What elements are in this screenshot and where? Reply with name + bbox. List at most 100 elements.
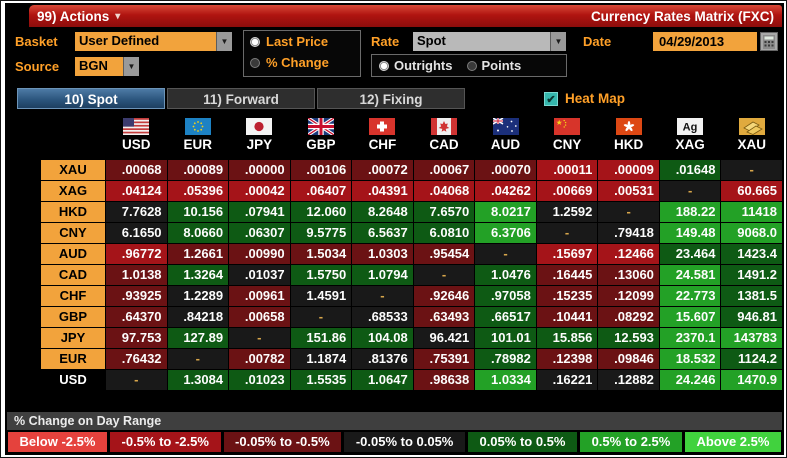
column-header-xag[interactable]: XAG xyxy=(660,136,721,153)
source-select[interactable]: BGN ▼ xyxy=(75,57,139,76)
rate-cell-usd-xag[interactable]: 24.246 xyxy=(659,370,721,390)
rate-cell-jpy-xau[interactable]: 143783 xyxy=(721,328,782,348)
rate-cell-gbp-aud[interactable]: .66517 xyxy=(475,307,536,327)
rate-cell-eur-xau[interactable]: 1124.2 xyxy=(721,349,782,369)
rate-cell-chf-cad[interactable]: .92646 xyxy=(413,286,475,306)
rate-cell-hkd-aud[interactable]: 8.0217 xyxy=(475,202,536,222)
rate-cell-xag-usd[interactable]: .04124 xyxy=(106,181,167,201)
rate-cell-xau-xau[interactable]: - xyxy=(721,160,782,180)
rate-cell-hkd-chf[interactable]: 8.2648 xyxy=(352,202,413,222)
rate-cell-cny-xau[interactable]: 9068.0 xyxy=(721,223,782,243)
rate-cell-gbp-hkd[interactable]: .08292 xyxy=(598,307,659,327)
rate-cell-eur-chf[interactable]: .81376 xyxy=(352,349,413,369)
rate-cell-xau-usd[interactable]: .00068 xyxy=(106,160,167,180)
rate-cell-cad-aud[interactable]: 1.0476 xyxy=(475,265,536,285)
column-header-gbp[interactable]: GBP xyxy=(291,136,352,153)
column-header-jpy[interactable]: JPY xyxy=(229,136,290,153)
rate-cell-xau-cad[interactable]: .00067 xyxy=(413,160,475,180)
basket-select[interactable]: User Defined ▼ xyxy=(75,32,232,51)
column-header-cny[interactable]: CNY xyxy=(537,136,598,153)
rate-cell-usd-cny[interactable]: .16221 xyxy=(536,370,598,390)
rate-cell-aud-jpy[interactable]: .00990 xyxy=(229,244,290,264)
rate-cell-xag-xag[interactable]: - xyxy=(659,181,721,201)
tab-12-fixing[interactable]: 12) Fixing xyxy=(317,88,465,109)
rate-cell-cny-eur[interactable]: 8.0660 xyxy=(167,223,229,243)
rate-cell-cny-hkd[interactable]: .79418 xyxy=(598,223,659,243)
rate-cell-gbp-cny[interactable]: .10441 xyxy=(536,307,598,327)
rate-cell-cny-cny[interactable]: - xyxy=(536,223,598,243)
rate-cell-jpy-aud[interactable]: 101.01 xyxy=(475,328,536,348)
rate-cell-gbp-gbp[interactable]: - xyxy=(290,307,352,327)
rate-cell-gbp-jpy[interactable]: .00658 xyxy=(229,307,290,327)
rate-cell-cad-gbp[interactable]: 1.5750 xyxy=(290,265,352,285)
radio-change[interactable]: % Change xyxy=(244,52,360,73)
rate-cell-jpy-xag[interactable]: 2370.1 xyxy=(659,328,721,348)
rate-cell-cny-chf[interactable]: 6.5637 xyxy=(352,223,413,243)
rate-cell-chf-eur[interactable]: 1.2289 xyxy=(167,286,229,306)
rate-cell-aud-cny[interactable]: .15697 xyxy=(536,244,598,264)
radio-outrights[interactable]: Outrights xyxy=(379,58,453,73)
column-header-xau[interactable]: XAU xyxy=(721,136,782,153)
chevron-down-icon[interactable]: ▼ xyxy=(216,32,232,51)
row-header-chf[interactable]: CHF xyxy=(41,286,105,306)
row-header-hkd[interactable]: HKD xyxy=(41,202,105,222)
column-header-aud[interactable]: AUD xyxy=(475,136,536,153)
rate-cell-jpy-hkd[interactable]: 12.593 xyxy=(598,328,659,348)
rate-cell-cad-usd[interactable]: 1.0138 xyxy=(106,265,167,285)
rate-cell-usd-usd[interactable]: - xyxy=(106,370,167,390)
rate-cell-eur-jpy[interactable]: .00782 xyxy=(229,349,290,369)
rate-cell-cad-jpy[interactable]: .01037 xyxy=(229,265,290,285)
rate-cell-hkd-usd[interactable]: 7.7628 xyxy=(106,202,167,222)
column-header-hkd[interactable]: HKD xyxy=(598,136,659,153)
chevron-down-icon[interactable]: ▼ xyxy=(550,32,566,51)
rate-cell-chf-cny[interactable]: .15235 xyxy=(536,286,598,306)
row-header-aud[interactable]: AUD xyxy=(41,244,105,264)
rate-cell-chf-gbp[interactable]: 1.4591 xyxy=(290,286,352,306)
rate-cell-chf-xau[interactable]: 1381.5 xyxy=(721,286,782,306)
rate-cell-gbp-usd[interactable]: .64370 xyxy=(106,307,167,327)
rate-cell-xag-cny[interactable]: .00669 xyxy=(536,181,598,201)
rate-cell-hkd-xag[interactable]: 188.22 xyxy=(659,202,721,222)
chevron-down-icon[interactable]: ▼ xyxy=(123,57,139,76)
rate-cell-aud-cad[interactable]: .95454 xyxy=(413,244,475,264)
rate-cell-hkd-hkd[interactable]: - xyxy=(598,202,659,222)
rate-select[interactable]: Spot ▼ xyxy=(413,32,566,51)
tab-10-spot[interactable]: 10) Spot xyxy=(17,88,165,109)
rate-cell-usd-cad[interactable]: .98638 xyxy=(413,370,475,390)
rate-cell-xau-aud[interactable]: .00070 xyxy=(475,160,536,180)
rate-cell-cad-eur[interactable]: 1.3264 xyxy=(167,265,229,285)
rate-cell-xau-xag[interactable]: .01648 xyxy=(659,160,721,180)
rate-cell-hkd-cny[interactable]: 1.2592 xyxy=(536,202,598,222)
rate-cell-gbp-cad[interactable]: .63493 xyxy=(413,307,475,327)
rate-cell-xag-xau[interactable]: 60.665 xyxy=(721,181,782,201)
radio-last-price[interactable]: Last Price xyxy=(244,31,360,52)
rate-cell-chf-xag[interactable]: 22.773 xyxy=(659,286,721,306)
tab-11-forward[interactable]: 11) Forward xyxy=(167,88,315,109)
rate-cell-hkd-gbp[interactable]: 12.060 xyxy=(290,202,352,222)
rate-cell-chf-aud[interactable]: .97058 xyxy=(475,286,536,306)
rate-cell-gbp-xag[interactable]: 15.607 xyxy=(659,307,721,327)
row-header-gbp[interactable]: GBP xyxy=(41,307,105,327)
rate-cell-eur-cad[interactable]: .75391 xyxy=(413,349,475,369)
rate-cell-xau-hkd[interactable]: .00009 xyxy=(598,160,659,180)
rate-cell-eur-eur[interactable]: - xyxy=(167,349,229,369)
date-input[interactable]: 04/29/2013 xyxy=(653,32,757,51)
rate-cell-jpy-eur[interactable]: 127.89 xyxy=(167,328,229,348)
column-header-cad[interactable]: CAD xyxy=(414,136,475,153)
rate-cell-cad-xag[interactable]: 24.581 xyxy=(659,265,721,285)
rate-cell-usd-chf[interactable]: 1.0647 xyxy=(352,370,413,390)
rate-cell-aud-aud[interactable]: - xyxy=(475,244,536,264)
rate-cell-xau-jpy[interactable]: .00000 xyxy=(229,160,290,180)
rate-cell-usd-eur[interactable]: 1.3084 xyxy=(167,370,229,390)
heat-map-checkbox[interactable]: ✔ xyxy=(544,91,558,106)
rate-cell-cny-aud[interactable]: 6.3706 xyxy=(475,223,536,243)
row-header-eur[interactable]: EUR xyxy=(41,349,105,369)
column-header-chf[interactable]: CHF xyxy=(352,136,413,153)
rate-cell-aud-xag[interactable]: 23.464 xyxy=(659,244,721,264)
rate-cell-cny-gbp[interactable]: 9.5775 xyxy=(290,223,352,243)
rate-cell-jpy-cad[interactable]: 96.421 xyxy=(413,328,475,348)
row-header-xag[interactable]: XAG xyxy=(41,181,105,201)
rate-cell-aud-xau[interactable]: 1423.4 xyxy=(721,244,782,264)
rate-cell-usd-aud[interactable]: 1.0334 xyxy=(475,370,536,390)
rate-cell-cad-hkd[interactable]: .13060 xyxy=(598,265,659,285)
